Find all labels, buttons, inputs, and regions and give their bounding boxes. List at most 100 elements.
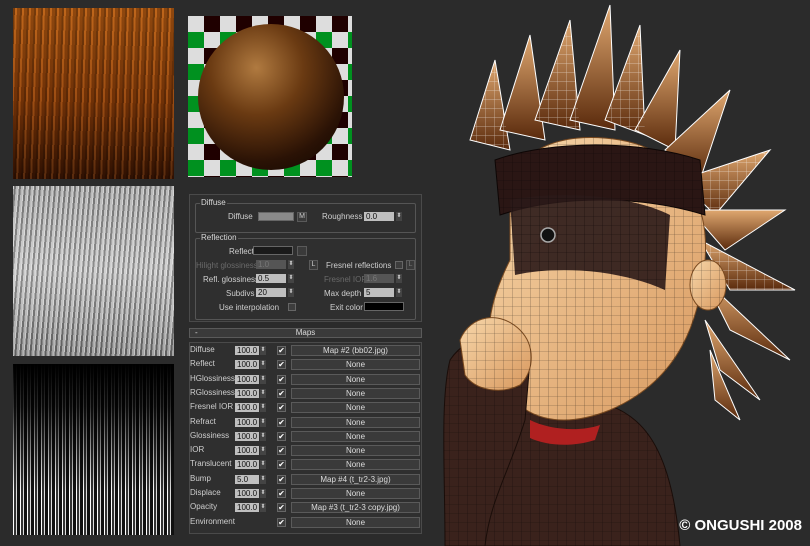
- map-amount-input[interactable]: 100.0: [235, 346, 259, 355]
- map-slot-button[interactable]: None: [291, 416, 420, 428]
- map-slot-button[interactable]: None: [291, 359, 420, 371]
- map-enable-checkbox[interactable]: ✔: [277, 417, 286, 427]
- fresnel-ior-spinner[interactable]: ⬍: [396, 274, 402, 283]
- map-slot-button[interactable]: None: [291, 430, 420, 442]
- map-amount-spinner[interactable]: ⬍: [260, 403, 266, 413]
- map-amount-input[interactable]: 100.0: [235, 360, 259, 370]
- map-amount-spinner[interactable]: ⬍: [260, 388, 266, 398]
- map-row-name: Environment: [190, 516, 235, 526]
- map-enable-checkbox[interactable]: ✔: [277, 460, 286, 470]
- map-amount-input[interactable]: 100.0: [235, 417, 259, 427]
- subdivs-input[interactable]: 20: [256, 288, 286, 297]
- hilight-glossiness-label: Hilight glossiness: [196, 261, 258, 270]
- map-slot-button[interactable]: None: [291, 488, 420, 499]
- map-amount-input[interactable]: 100.0: [235, 374, 259, 384]
- map-row: Glossiness 100.0 ⬍ ✔ None: [190, 429, 423, 443]
- hilight-glossiness-spinner[interactable]: ⬍: [288, 260, 294, 269]
- map-slot-button[interactable]: Map #2 (bb02.jpg): [291, 345, 420, 356]
- map-slot-button[interactable]: Map #3 (t_tr2-3 copy.jpg): [291, 502, 420, 514]
- map-enable-checkbox[interactable]: ✔: [277, 431, 286, 441]
- map-row-name: Diffuse: [190, 345, 215, 354]
- map-amount-spinner[interactable]: ⬍: [260, 460, 266, 470]
- map-enable-checkbox[interactable]: ✔: [277, 446, 286, 456]
- use-interpolation-checkbox[interactable]: [288, 303, 296, 311]
- map-amount-spinner[interactable]: ⬍: [260, 346, 266, 355]
- hilight-lock-button[interactable]: L: [309, 260, 318, 270]
- map-row: Refract 100.0 ⬍ ✔ None: [190, 415, 423, 429]
- hair-diffuse-texture: [13, 8, 174, 179]
- map-enable-checkbox[interactable]: ✔: [277, 403, 286, 413]
- max-depth-input[interactable]: 5: [364, 288, 394, 297]
- map-row: Reflect 100.0 ⬍ ✔ None: [190, 357, 423, 371]
- map-row-name: Opacity: [190, 502, 218, 512]
- maps-list: Diffuse 100.0 ⬍ ✔ Map #2 (bb02.jpg) Reflect 10…: [189, 342, 422, 534]
- map-row-name: Glossiness: [190, 430, 230, 440]
- reflect-map-button[interactable]: [297, 246, 307, 256]
- maps-rollout-header[interactable]: - Maps: [189, 328, 422, 338]
- map-amount-input[interactable]: 100.0: [235, 403, 259, 413]
- map-row: RGlossiness 100.0 ⬍ ✔ None: [190, 386, 423, 400]
- map-slot-button[interactable]: None: [291, 387, 420, 399]
- map-enable-checkbox[interactable]: ✔: [277, 474, 286, 484]
- fresnel-lock-button[interactable]: L: [406, 260, 415, 270]
- fresnel-reflections-label: Fresnel reflections: [326, 261, 392, 270]
- character-render: © ONGUSHI 2008: [440, 0, 810, 546]
- fresnel-ior-label: Fresnel IOR: [324, 275, 368, 284]
- map-enable-checkbox[interactable]: ✔: [277, 346, 286, 355]
- map-row-name: Displace: [190, 488, 221, 497]
- map-enable-checkbox[interactable]: ✔: [277, 489, 286, 498]
- map-amount-spinner[interactable]: ⬍: [260, 446, 266, 456]
- map-amount-spinner[interactable]: ⬍: [260, 431, 266, 441]
- map-row: HGlossiness 100.0 ⬍ ✔ None: [190, 372, 423, 386]
- hair-glossiness-texture: [13, 186, 174, 356]
- map-amount-input[interactable]: 100.0: [235, 431, 259, 441]
- map-amount-input[interactable]: 100.0: [235, 460, 259, 470]
- map-enable-checkbox[interactable]: ✔: [277, 388, 286, 398]
- exit-color-swatch[interactable]: [364, 302, 404, 311]
- map-row-name: RGlossiness: [190, 387, 235, 397]
- map-amount-spinner[interactable]: ⬍: [260, 474, 266, 484]
- map-enable-checkbox[interactable]: ✔: [277, 374, 286, 384]
- material-preview: [188, 16, 352, 177]
- map-amount-spinner[interactable]: ⬍: [260, 374, 266, 384]
- reflect-label: Reflect: [229, 247, 254, 256]
- map-slot-button[interactable]: None: [291, 402, 420, 414]
- max-depth-spinner[interactable]: ⬍: [396, 288, 402, 297]
- roughness-label: Roughness: [322, 212, 363, 221]
- map-amount-input[interactable]: 100.0: [235, 489, 259, 498]
- hilight-glossiness-input[interactable]: 1.0: [256, 260, 286, 269]
- map-amount-spinner[interactable]: ⬍: [260, 503, 266, 513]
- exit-color-label: Exit color: [330, 303, 363, 312]
- map-slot-button[interactable]: None: [291, 445, 420, 457]
- map-slot-button[interactable]: Map #4 (t_tr2-3.jpg): [291, 473, 420, 485]
- map-amount-spinner[interactable]: ⬍: [260, 489, 266, 498]
- diffuse-map-button[interactable]: M: [297, 212, 307, 222]
- map-amount-spinner[interactable]: ⬍: [260, 417, 266, 427]
- map-row: Opacity 100.0 ⬍ ✔ Map #3 (t_tr2-3 copy.jpg): [190, 500, 423, 514]
- reflect-color-swatch[interactable]: [253, 246, 293, 255]
- fresnel-ior-input[interactable]: 1.6: [364, 274, 394, 283]
- map-amount-spinner[interactable]: ⬍: [260, 360, 266, 370]
- map-row-name: Translucent: [190, 459, 232, 469]
- map-amount-input[interactable]: 100.0: [235, 446, 259, 456]
- reflection-group-title: Reflection: [200, 233, 238, 242]
- roughness-spinner[interactable]: ⬍: [396, 212, 402, 221]
- map-amount-input[interactable]: 5.0: [235, 474, 259, 484]
- roughness-input[interactable]: 0.0: [364, 212, 394, 221]
- map-amount-input[interactable]: 100.0: [235, 503, 259, 513]
- refl-glossiness-input[interactable]: 0.5: [256, 274, 286, 283]
- diffuse-group: Diffuse Diffuse M Roughness 0.0 ⬍: [195, 198, 416, 233]
- map-enable-checkbox[interactable]: ✔: [277, 517, 286, 527]
- subdivs-spinner[interactable]: ⬍: [288, 288, 294, 297]
- map-slot-button[interactable]: None: [291, 373, 420, 385]
- map-slot-button[interactable]: None: [291, 516, 420, 528]
- map-slot-button[interactable]: None: [291, 459, 420, 471]
- character-illustration: [443, 4, 796, 546]
- diffuse-color-swatch[interactable]: [258, 212, 294, 221]
- refl-glossiness-spinner[interactable]: ⬍: [288, 274, 294, 283]
- map-enable-checkbox[interactable]: ✔: [277, 503, 286, 513]
- map-amount-input[interactable]: 100.0: [235, 388, 259, 398]
- map-enable-checkbox[interactable]: ✔: [277, 360, 286, 370]
- fresnel-reflections-checkbox[interactable]: [395, 261, 403, 269]
- max-depth-label: Max depth: [324, 289, 362, 298]
